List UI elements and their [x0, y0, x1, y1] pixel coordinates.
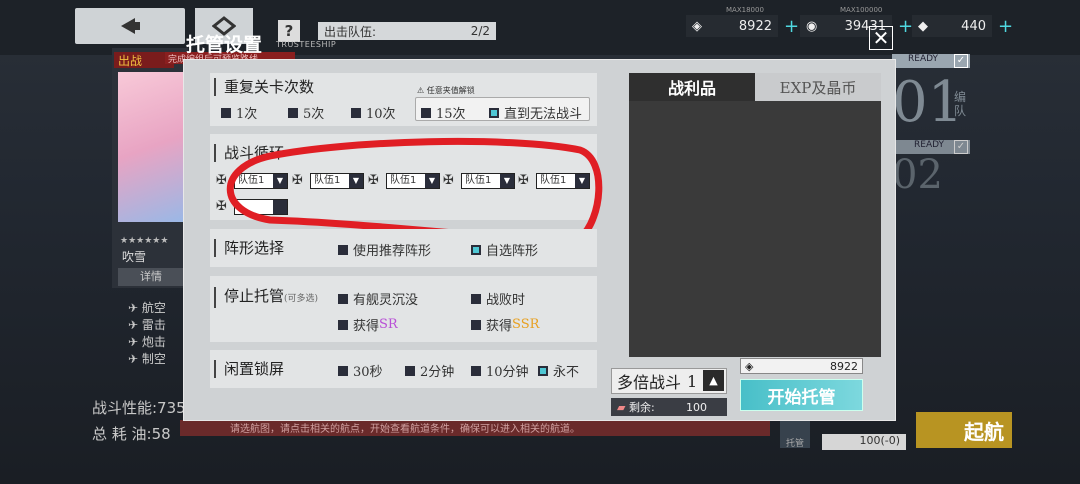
fleet-stats: 战斗性能:735 总 耗 油:58	[92, 395, 186, 447]
remaining-box: ▰ 剩余: 100	[611, 398, 727, 416]
close-button[interactable]: ✕	[869, 26, 893, 50]
idle-10min[interactable]: 10分钟	[471, 361, 529, 380]
loot-panel	[629, 73, 881, 357]
tab-loot[interactable]: 战利品	[629, 73, 755, 101]
repeat-option-1[interactable]: 1次	[221, 103, 257, 122]
idle-title: 闲置锁屏	[214, 360, 284, 378]
fuel-cost-box: ◈ 8922	[740, 358, 863, 374]
skill-item: ✈ 航空	[128, 301, 166, 315]
repeat-title: 重复关卡次数	[214, 78, 314, 96]
route-hint: 请选航图，请点击相关的航点，开始查看航道条件，确保可以进入相关的航道。	[180, 420, 770, 436]
multi-battle-label: 多倍战斗	[617, 373, 682, 392]
multi-battle-value: 1	[687, 371, 698, 391]
ship-stars: ★★★★★★	[120, 236, 169, 246]
repeat-hint: ⚠ 任意夹值解锁	[417, 86, 475, 95]
tab-exp[interactable]: EXP及晶币	[755, 73, 881, 101]
resource-fuel: MAX18000 ◈ 8922 +	[686, 6, 799, 38]
resource-coin: MAX100000 ◉ 39431 +	[800, 6, 913, 38]
close-icon: ✕	[872, 26, 890, 50]
formation-custom[interactable]: 自选阵形	[471, 240, 538, 259]
stop-on-defeat[interactable]: 战败时	[471, 289, 525, 308]
stop-section: 停止托管(可多选) 有舰灵沉没 战败时 获得 SR 获得 SSR	[210, 276, 597, 342]
sortie-label: 出击队伍:	[324, 24, 377, 39]
arrow-up-icon: ▲	[709, 374, 718, 387]
fleet-number-2: 02	[892, 152, 943, 198]
stop-on-sunk[interactable]: 有舰灵沉没	[338, 289, 418, 308]
dialog-subtitle: TRUSTEESHIP	[276, 40, 337, 49]
repeat-option-10[interactable]: 10次	[351, 103, 396, 122]
diamond-add-button[interactable]: +	[998, 16, 1013, 37]
diamond-value: 440	[961, 18, 986, 34]
sortie-team-box: 出击队伍: 2/2	[318, 22, 496, 40]
ready-check-1[interactable]: ✓	[954, 54, 968, 68]
multi-battle-up-button[interactable]: ▲	[703, 370, 724, 391]
fleet-number-1: 01	[892, 70, 964, 135]
help-button[interactable]: ?	[278, 20, 300, 42]
start-trusteeship-button[interactable]: 开始托管	[740, 379, 863, 411]
fuel-small: 100(-0)	[822, 434, 906, 450]
skill-item: ✈ 制空	[128, 352, 166, 366]
fuel-icon: ◈	[692, 18, 702, 34]
repeat-option-15[interactable]: 15次	[421, 103, 466, 122]
repeat-option-until-end[interactable]: 直到无法战斗	[489, 103, 582, 122]
formation-section: 阵形选择 使用推荐阵形 自选阵形	[210, 229, 597, 267]
skill-list: ✈ 航空 ✈ 雷击 ✈ 炮击 ✈ 制空	[128, 300, 166, 368]
stop-title: 停止托管(可多选)	[214, 287, 318, 308]
fuel-icon: ◈	[745, 359, 754, 373]
formation-recommended[interactable]: 使用推荐阵形	[338, 240, 431, 259]
diamond-icon: ◆	[918, 18, 928, 34]
fleet-side-label: 编队	[954, 90, 967, 118]
dialog-title: 托管设置	[186, 34, 263, 56]
idle-2min[interactable]: 2分钟	[405, 361, 454, 380]
power-label: 战斗性能:735	[92, 399, 186, 417]
ticket-icon: ▰	[617, 401, 626, 414]
skill-item: ✈ 雷击	[128, 318, 166, 332]
stop-on-ssr[interactable]: 获得 SSR	[471, 315, 539, 334]
stop-on-sr[interactable]: 获得 SR	[338, 315, 398, 334]
back-button[interactable]	[75, 8, 185, 44]
detail-button[interactable]: 详情	[118, 268, 184, 286]
idle-30s[interactable]: 30秒	[338, 361, 383, 380]
ship-girl-portrait[interactable]	[118, 72, 184, 222]
sortie-count: 2/2	[470, 24, 490, 38]
resource-diamond: ◆ 440 +	[912, 14, 1013, 38]
fuel-cost-value: 8922	[830, 359, 858, 373]
fuel-add-button[interactable]: +	[784, 16, 799, 37]
idle-never[interactable]: 永不	[538, 361, 579, 380]
back-arrow-icon	[121, 18, 140, 34]
coin-add-button[interactable]: +	[898, 16, 913, 37]
ready-check-2[interactable]: ✓	[954, 140, 968, 154]
fuel-consumption-label: 总 耗 油:58	[92, 425, 171, 443]
set-sail-button[interactable]: 起航	[916, 412, 1012, 448]
ship-name: 吹雪	[122, 250, 147, 264]
fuel-value: 8922	[738, 18, 772, 34]
idle-section: 闲置锁屏 30秒 2分钟 10分钟 永不	[210, 350, 597, 388]
remaining-value: 100	[686, 400, 707, 414]
trusteeship-small-button[interactable]: 托管	[780, 418, 810, 449]
repeat-option-5[interactable]: 5次	[288, 103, 324, 122]
skill-item: ✈ 炮击	[128, 335, 166, 349]
formation-title: 阵形选择	[214, 239, 284, 257]
coin-icon: ◉	[806, 18, 818, 34]
